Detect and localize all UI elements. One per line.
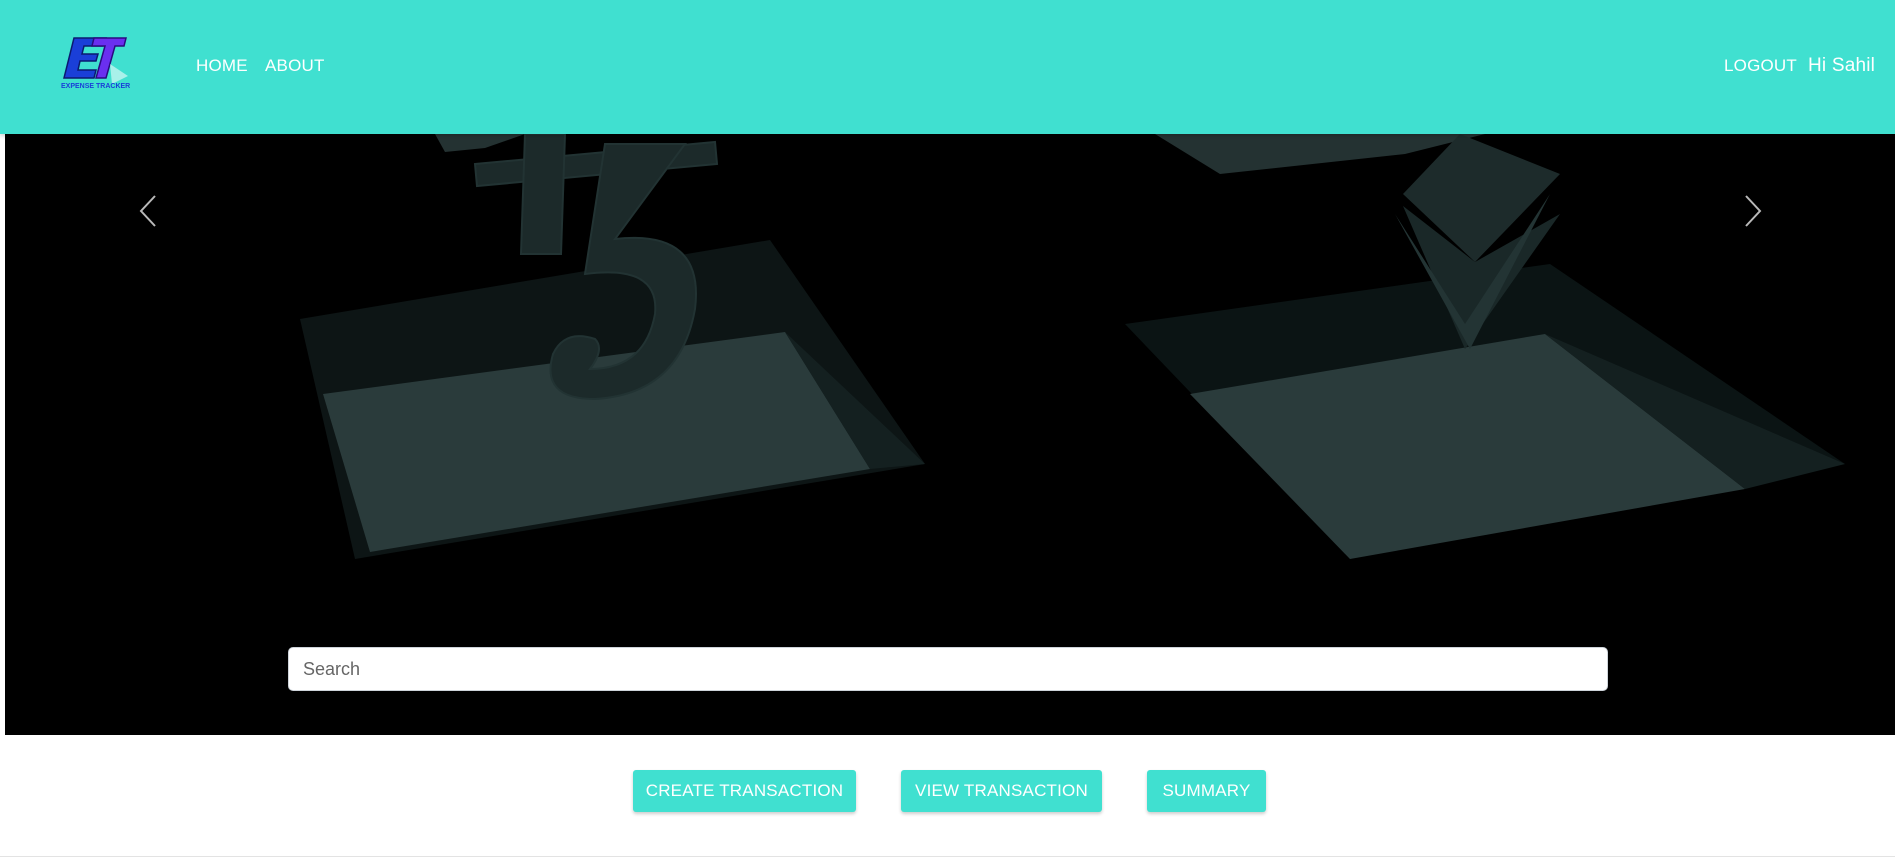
nav-home-link[interactable]: HOME: [196, 56, 248, 76]
summary-button[interactable]: SUMMARY: [1147, 770, 1266, 812]
search-input[interactable]: [288, 647, 1608, 691]
user-greeting: Hi Sahil: [1808, 55, 1876, 76]
logo-caption: EXPENSE TRACKER: [61, 83, 130, 90]
chevron-right-icon: [1745, 195, 1762, 227]
carousel-prev-button[interactable]: [133, 186, 163, 236]
app-logo[interactable]: EXPENSE TRACKER: [60, 34, 132, 94]
nav-about-link[interactable]: ABOUT: [265, 56, 325, 76]
app-logo-image: EXPENSE TRACKER: [61, 37, 130, 90]
carousel-next-button[interactable]: [1738, 186, 1768, 236]
create-transaction-button[interactable]: CREATE TRANSACTION: [633, 770, 856, 812]
chevron-left-icon: [139, 195, 156, 227]
hero-background-image: [300, 134, 1845, 559]
hero-carousel: [5, 134, 1895, 735]
top-navbar: EXPENSE TRACKER HOME ABOUT LOGOUT Hi Sah…: [0, 0, 1895, 134]
view-transaction-button[interactable]: VIEW TRANSACTION: [901, 770, 1102, 812]
footer-divider: [0, 856, 1895, 857]
nav-logout-link[interactable]: LOGOUT: [1724, 56, 1797, 76]
